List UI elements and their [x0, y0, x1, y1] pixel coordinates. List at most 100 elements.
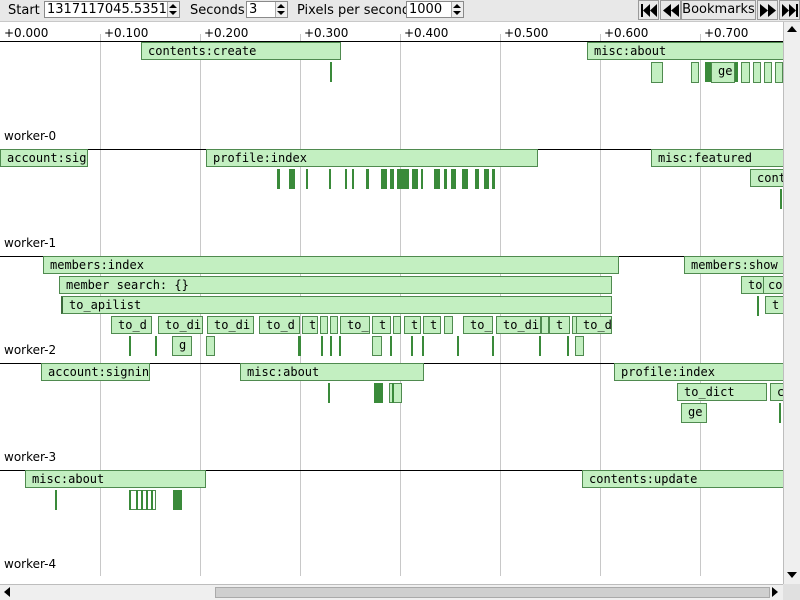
scroll-right-arrow-icon[interactable] [772, 587, 778, 597]
axis-tick: +0.300 [304, 26, 349, 40]
bookmarks-button[interactable]: Bookmarks [681, 0, 756, 20]
call-block[interactable] [444, 316, 453, 334]
call-block-t[interactable]: t [765, 296, 783, 314]
pps-spin-buttons[interactable] [451, 2, 463, 17]
next-button[interactable] [757, 0, 778, 20]
call-block-t[interactable]: t [372, 316, 391, 334]
seconds-input[interactable] [247, 2, 277, 17]
worker-2-label: worker-2 [4, 343, 57, 357]
call-block-t[interactable]: t [302, 316, 318, 334]
request-block-members-index[interactable]: members:index [43, 256, 619, 274]
start-spin-buttons[interactable] [167, 2, 179, 17]
call-block[interactable] [330, 316, 338, 334]
call-block[interactable] [206, 336, 215, 356]
first-button[interactable] [638, 0, 659, 20]
skip-last-icon [782, 4, 798, 17]
request-block-misc-featured[interactable]: misc:featured [651, 149, 783, 167]
request-block-misc-about[interactable]: misc:about [587, 42, 783, 60]
vertical-scrollbar[interactable] [783, 22, 800, 584]
activity-bar [146, 490, 148, 510]
request-block-members-show[interactable]: members:show [684, 256, 783, 274]
grid-line [700, 34, 701, 576]
call-block-t[interactable]: t [549, 316, 570, 334]
call-block-to-dict[interactable]: to_dict [677, 383, 767, 401]
call-block[interactable] [764, 62, 772, 83]
call-block-ge[interactable]: ge [681, 403, 707, 423]
pixels-per-second-input[interactable] [407, 2, 453, 17]
activity-bar [539, 336, 541, 356]
call-block-to[interactable]: to [741, 276, 764, 294]
scroll-up-arrow-icon[interactable] [787, 26, 797, 32]
activity-bar [289, 169, 295, 189]
call-block-t[interactable]: t [423, 316, 441, 334]
activity-bar [374, 383, 383, 403]
call-block[interactable] [775, 62, 783, 83]
axis-tick: +0.400 [404, 26, 449, 40]
request-block-cont[interactable]: cont [750, 169, 783, 187]
call-block-t[interactable]: t [404, 316, 421, 334]
activity-bar [475, 169, 479, 189]
call-block[interactable] [320, 316, 328, 334]
call-block-to-d[interactable]: to_d [111, 316, 152, 334]
request-block-profile-index[interactable]: profile:index [614, 363, 783, 381]
scroll-left-arrow-icon[interactable] [4, 587, 10, 597]
call-block[interactable] [753, 62, 761, 83]
activity-bar [277, 169, 280, 189]
last-button[interactable] [779, 0, 800, 20]
request-block-misc-about[interactable]: misc:about [240, 363, 424, 381]
horizontal-scrollbar[interactable] [0, 584, 783, 600]
call-block-to-di[interactable]: to_di [207, 316, 254, 334]
start-input[interactable] [45, 2, 167, 17]
horizontal-scroll-thumb[interactable] [215, 587, 770, 598]
activity-bar [306, 169, 308, 189]
request-block-contents-create[interactable]: contents:create [141, 42, 341, 60]
start-spinbox[interactable] [44, 1, 180, 18]
call-block-c[interactable]: c [770, 383, 783, 401]
call-block[interactable] [393, 316, 401, 334]
request-block-account-signin[interactable]: account:signin [41, 363, 150, 381]
activity-bar [392, 383, 394, 403]
call-block-to-d[interactable]: to_d [259, 316, 300, 334]
activity-bar [330, 336, 332, 356]
request-block-misc-about[interactable]: misc:about [25, 470, 206, 488]
worker-3-label: worker-3 [4, 450, 57, 464]
call-block-ge[interactable]: ge [711, 62, 735, 83]
axis-tick: +0.200 [204, 26, 249, 40]
call-block-to[interactable]: to_ [340, 316, 370, 334]
call-block-to-di[interactable]: to_di [496, 316, 541, 334]
toolbar: Start Seconds Pixels per second Bookmark… [0, 0, 800, 22]
call-block-to-d[interactable]: to_d [576, 316, 612, 334]
call-block[interactable] [372, 336, 382, 356]
activity-bar [345, 169, 347, 189]
call-block[interactable] [541, 316, 549, 334]
call-block-to-di[interactable]: to_di [158, 316, 203, 334]
call-block-co[interactable]: co [763, 276, 783, 294]
call-block-to[interactable]: to_ [463, 316, 493, 334]
call-block-member-search[interactable]: member search: {} [59, 276, 612, 294]
seconds-spinbox[interactable] [246, 1, 288, 18]
scroll-down-arrow-icon[interactable] [787, 572, 797, 578]
timeline-canvas[interactable]: +0.000 +0.100 +0.200 +0.300 +0.400 +0.50… [0, 22, 783, 584]
activity-bar [129, 490, 131, 510]
call-block-g[interactable]: g [172, 336, 192, 356]
activity-bar [330, 62, 332, 82]
call-block[interactable] [389, 383, 402, 403]
call-block[interactable] [651, 62, 663, 83]
fast-forward-icon [760, 4, 776, 17]
seconds-spin-buttons[interactable] [275, 2, 287, 17]
activity-bar [422, 336, 424, 356]
previous-button[interactable] [660, 0, 681, 20]
call-block[interactable] [691, 62, 699, 83]
request-block-account-sig[interactable]: account:sig [0, 149, 88, 167]
call-block-to-apilist[interactable]: to_apilist [61, 296, 612, 314]
axis-tick: +0.600 [604, 26, 649, 40]
call-block[interactable] [575, 336, 584, 356]
activity-bar [129, 336, 131, 356]
call-block[interactable] [741, 62, 750, 83]
worker-0-label: worker-0 [4, 129, 57, 143]
pixels-per-second-spinbox[interactable] [406, 1, 464, 18]
activity-bar [381, 169, 387, 189]
request-block-contents-update[interactable]: contents:update [582, 470, 783, 488]
scrollbar-corner [783, 584, 800, 600]
request-block-profile-index[interactable]: profile:index [206, 149, 538, 167]
